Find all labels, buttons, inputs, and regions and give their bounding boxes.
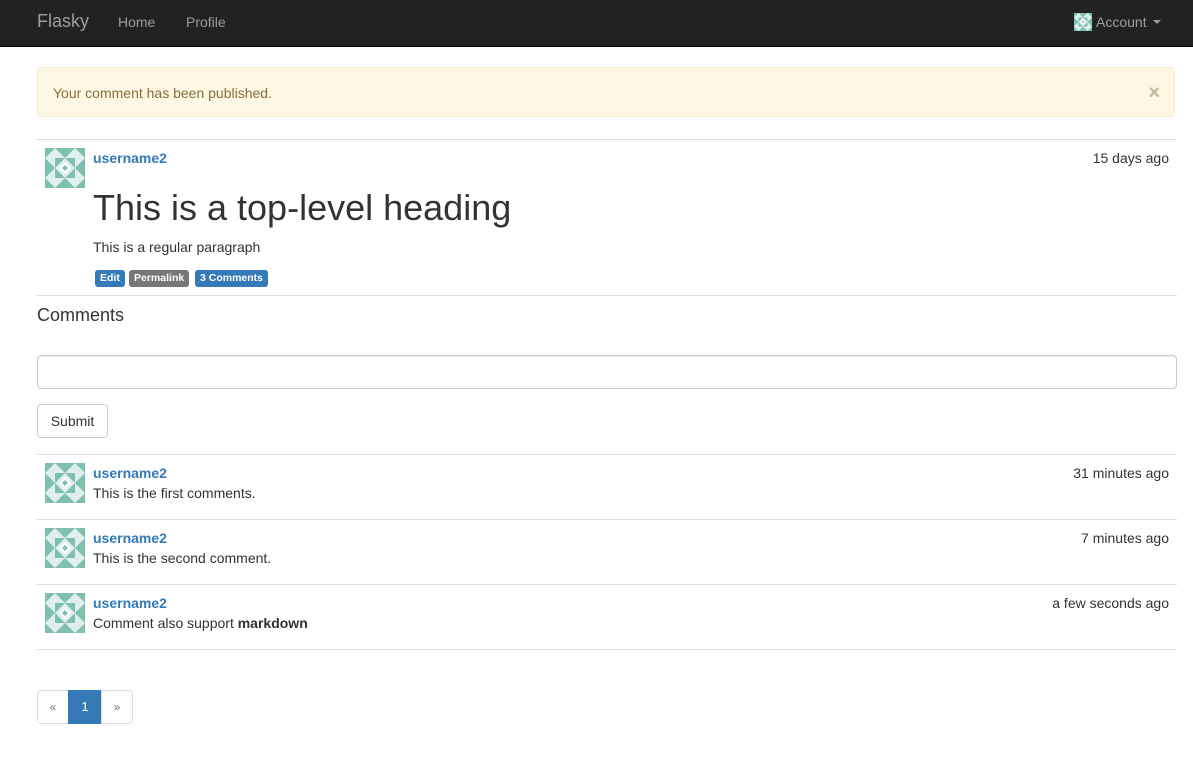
comment-text: This is the first comments. (93, 485, 256, 501)
divider (37, 584, 1177, 585)
commenter-avatar-icon[interactable] (45, 593, 85, 633)
divider (37, 295, 1177, 296)
alert-message: Your comment has been published. (53, 85, 272, 101)
nav-link-profile[interactable]: Profile (186, 14, 226, 30)
close-icon[interactable]: × (1148, 83, 1160, 103)
comment-author-link[interactable]: username2 (93, 530, 167, 546)
comment-timestamp: 7 minutes ago (1081, 530, 1169, 546)
divider (37, 519, 1177, 520)
commenter-avatar-icon[interactable] (45, 528, 85, 568)
edit-button[interactable]: Edit (95, 270, 125, 287)
pagination-next[interactable]: » (101, 690, 133, 724)
pagination-page-1[interactable]: 1 (68, 690, 102, 724)
pagination-prev[interactable]: « (37, 690, 69, 724)
submit-button[interactable]: Submit (37, 404, 108, 438)
post-author-link[interactable]: username2 (93, 150, 167, 166)
post-timestamp: 15 days ago (1092, 150, 1169, 166)
caret-down-icon (1152, 20, 1161, 24)
nav-link-home[interactable]: Home (118, 14, 155, 30)
account-avatar-icon (1074, 13, 1092, 31)
comment-timestamp: 31 minutes ago (1073, 465, 1169, 481)
pagination: « 1 » (37, 690, 133, 724)
comments-heading: Comments (37, 305, 125, 325)
navbar-brand[interactable]: Flasky (37, 11, 89, 32)
comments-count-button[interactable]: 3 Comments (195, 270, 269, 287)
divider (37, 139, 1177, 140)
comment-text-bold: markdown (237, 615, 308, 631)
comment-text-plain: Comment also support (93, 615, 238, 631)
post-heading: This is a top-level heading (93, 187, 512, 228)
permalink-button[interactable]: Permalink (129, 270, 190, 287)
comment-text: This is the second comment. (93, 550, 272, 566)
comment-input[interactable] (37, 355, 1177, 389)
divider (37, 454, 1177, 455)
account-label: Account (1096, 14, 1147, 30)
comment-author-link[interactable]: username2 (93, 465, 167, 481)
divider (37, 649, 1177, 650)
post-paragraph: This is a regular paragraph (93, 239, 261, 255)
commenter-avatar-icon[interactable] (45, 463, 85, 503)
comment-text: Comment also support markdown (93, 615, 308, 631)
comment-author-link[interactable]: username2 (93, 595, 167, 611)
account-dropdown[interactable]: Account (1074, 12, 1161, 32)
comment-timestamp: a few seconds ago (1052, 595, 1169, 611)
author-avatar-icon[interactable] (45, 148, 85, 188)
navbar: Flasky Home Profile Account (0, 0, 1193, 47)
flash-alert: Your comment has been published. × (37, 67, 1175, 117)
